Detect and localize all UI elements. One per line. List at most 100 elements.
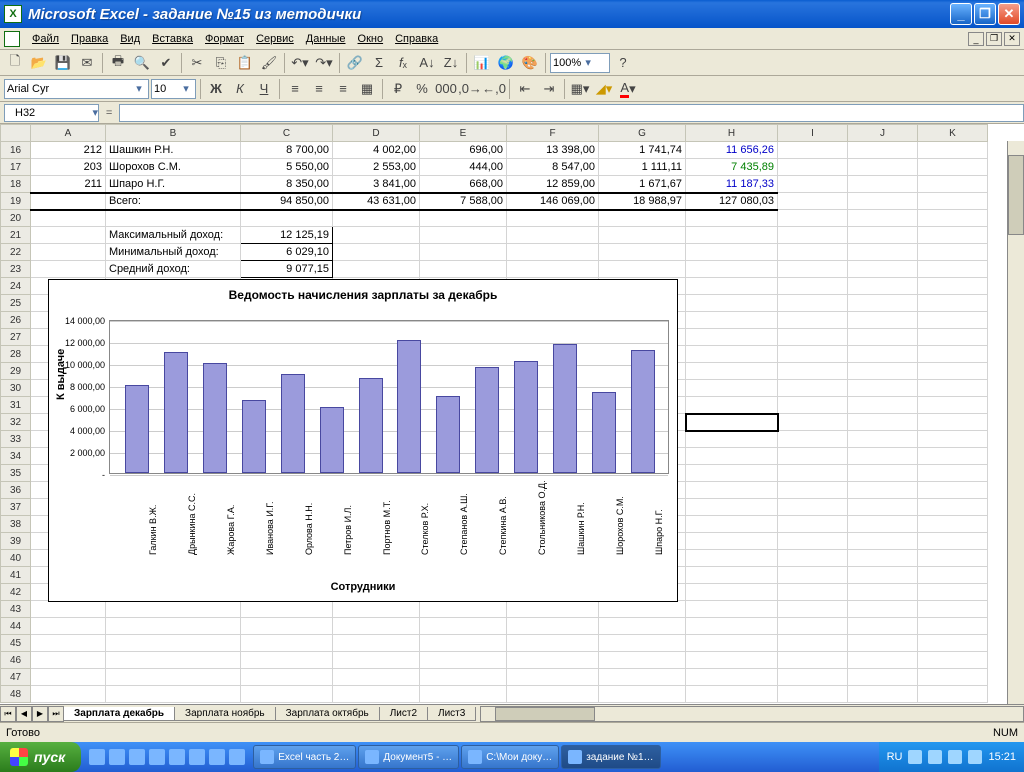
cell[interactable]: 212 xyxy=(31,142,106,159)
cell[interactable]: 94 850,00 xyxy=(241,193,333,210)
name-box[interactable]: H32▾ xyxy=(4,104,99,122)
row-header[interactable]: 34 xyxy=(1,448,31,465)
row-header[interactable]: 28 xyxy=(1,346,31,363)
cell[interactable] xyxy=(31,669,106,686)
cell[interactable] xyxy=(241,686,333,703)
cell[interactable] xyxy=(778,261,848,278)
cell[interactable] xyxy=(241,635,333,652)
cell[interactable] xyxy=(918,465,988,482)
cell[interactable] xyxy=(106,618,241,635)
row-header[interactable]: 40 xyxy=(1,550,31,567)
cell[interactable] xyxy=(686,431,778,448)
cell[interactable]: 4 002,00 xyxy=(333,142,420,159)
cell[interactable] xyxy=(241,210,333,227)
cell[interactable] xyxy=(599,601,686,618)
cell[interactable] xyxy=(507,601,599,618)
cell[interactable] xyxy=(599,686,686,703)
cell[interactable] xyxy=(106,601,241,618)
cell[interactable]: 11 656,26 xyxy=(686,142,778,159)
col-header[interactable]: B xyxy=(106,125,241,142)
row-header[interactable]: 25 xyxy=(1,295,31,312)
horizontal-scrollbar[interactable] xyxy=(480,706,1024,722)
cell[interactable] xyxy=(848,584,918,601)
cell[interactable] xyxy=(778,533,848,550)
cell[interactable] xyxy=(686,414,778,431)
cell[interactable] xyxy=(918,159,988,176)
cell[interactable] xyxy=(333,227,420,244)
cell[interactable] xyxy=(918,635,988,652)
embedded-chart[interactable]: Ведомость начисления зарплаты за декабрь… xyxy=(48,279,678,602)
row-header[interactable]: 36 xyxy=(1,482,31,499)
row-header[interactable]: 19 xyxy=(1,193,31,210)
sheet-tab[interactable]: Зарплата октябрь xyxy=(275,707,380,721)
row-header[interactable]: 31 xyxy=(1,397,31,414)
cell[interactable] xyxy=(778,465,848,482)
cell[interactable]: 7 435,89 xyxy=(686,159,778,176)
cell[interactable] xyxy=(420,686,507,703)
print-icon[interactable]: 🖶 xyxy=(107,52,129,74)
map-icon[interactable]: 🌍 xyxy=(495,52,517,74)
cell[interactable] xyxy=(333,244,420,261)
col-header[interactable]: I xyxy=(778,125,848,142)
cell[interactable] xyxy=(848,363,918,380)
cell[interactable] xyxy=(686,516,778,533)
sheet-tab[interactable]: Зарплата ноябрь xyxy=(174,707,276,721)
cell[interactable] xyxy=(918,176,988,193)
cell[interactable]: 12 125,19 xyxy=(241,227,333,244)
dec-indent-icon[interactable]: ⇤ xyxy=(514,78,536,100)
col-header[interactable]: H xyxy=(686,125,778,142)
col-header[interactable]: J xyxy=(848,125,918,142)
cell[interactable] xyxy=(686,346,778,363)
taskbar-button[interactable]: Документ5 - … xyxy=(358,745,459,769)
cell[interactable] xyxy=(686,499,778,516)
cell[interactable] xyxy=(778,210,848,227)
mdi-restore[interactable]: ❐ xyxy=(986,32,1002,46)
row-header[interactable]: 20 xyxy=(1,210,31,227)
menu-format[interactable]: Формат xyxy=(199,31,250,47)
fx-icon[interactable]: fₓ xyxy=(392,52,414,74)
row-header[interactable]: 35 xyxy=(1,465,31,482)
cell[interactable]: Шпаро Н.Г. xyxy=(106,176,241,193)
row-header[interactable]: 37 xyxy=(1,499,31,516)
menu-view[interactable]: Вид xyxy=(114,31,146,47)
inc-indent-icon[interactable]: ⇥ xyxy=(538,78,560,100)
cell[interactable] xyxy=(848,244,918,261)
cell[interactable] xyxy=(778,482,848,499)
cell[interactable] xyxy=(599,669,686,686)
col-header[interactable]: C xyxy=(241,125,333,142)
cell[interactable] xyxy=(778,448,848,465)
cell[interactable] xyxy=(778,499,848,516)
cell[interactable]: Минимальный доход: xyxy=(106,244,241,261)
row-header[interactable]: 43 xyxy=(1,601,31,618)
cell[interactable] xyxy=(241,652,333,669)
cell[interactable] xyxy=(918,618,988,635)
ql-icon[interactable] xyxy=(89,749,105,765)
cell[interactable] xyxy=(918,482,988,499)
row-header[interactable]: 41 xyxy=(1,567,31,584)
cell[interactable] xyxy=(686,567,778,584)
cell[interactable] xyxy=(848,567,918,584)
cell[interactable] xyxy=(686,363,778,380)
cell[interactable] xyxy=(848,652,918,669)
sum-icon[interactable]: Σ xyxy=(368,52,390,74)
cell[interactable]: 444,00 xyxy=(420,159,507,176)
cell[interactable] xyxy=(918,567,988,584)
tray-icon[interactable] xyxy=(928,750,942,764)
taskbar-button[interactable]: С:\Мои доку… xyxy=(461,745,559,769)
bold-icon[interactable]: Ж xyxy=(205,78,227,100)
cell[interactable] xyxy=(918,414,988,431)
cell[interactable] xyxy=(686,329,778,346)
cell[interactable] xyxy=(686,533,778,550)
cell[interactable] xyxy=(918,380,988,397)
cell[interactable] xyxy=(848,635,918,652)
row-header[interactable]: 26 xyxy=(1,312,31,329)
row-header[interactable]: 18 xyxy=(1,176,31,193)
cell[interactable]: 211 xyxy=(31,176,106,193)
cell[interactable] xyxy=(848,346,918,363)
cell[interactable] xyxy=(686,618,778,635)
cell[interactable] xyxy=(778,397,848,414)
cell[interactable] xyxy=(686,601,778,618)
taskbar-button[interactable]: Excel часть 2… xyxy=(253,745,356,769)
ql-icon[interactable] xyxy=(209,749,225,765)
cell[interactable] xyxy=(918,431,988,448)
